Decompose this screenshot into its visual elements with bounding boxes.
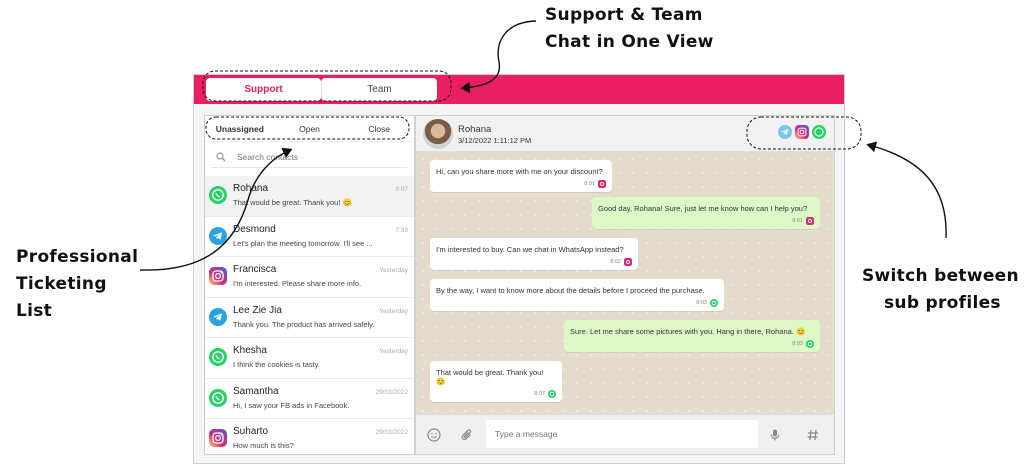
contact-time: Yesterday	[379, 348, 408, 355]
chat-panel: Rohana 3/12/2022 1:11:12 PM Hi, can you …	[415, 115, 835, 455]
instagram-icon	[209, 429, 227, 447]
telegram-icon	[209, 307, 227, 326]
message-time: 8:02	[610, 259, 621, 265]
contact-time: 29/03/2022	[375, 388, 408, 396]
contact-time: 8:07	[395, 186, 408, 193]
search-icon	[211, 151, 231, 162]
message-input[interactable]	[486, 420, 758, 448]
whatsapp-icon	[548, 390, 556, 398]
telegram-icon	[209, 226, 227, 245]
contact-name: Desmond	[233, 223, 276, 235]
message-text: That would be great. Thank you! 😊	[436, 368, 544, 386]
contact-time: 7:33	[395, 226, 408, 234]
message-bubble: Hi, can you share more with me on your d…	[430, 160, 612, 192]
chat-app-window: Support Team Unassigned Open Close Rohan…	[193, 74, 845, 464]
message-thread: Hi, can you share more with me on your d…	[416, 152, 834, 414]
attachment-icon[interactable]	[458, 426, 476, 444]
contact-last-message: Hi, I saw your FB ads in Facebook.	[233, 400, 350, 410]
hashtag-icon[interactable]	[804, 426, 822, 444]
contact-item[interactable]: Lee Zie Jia Thank you. The product has a…	[205, 298, 414, 338]
contact-search	[211, 146, 407, 168]
annotation-ticketing-list: Professional Ticketing List	[16, 244, 146, 325]
message-time: 8:03	[696, 300, 707, 306]
message-bubble: By the way, I want to know more about th…	[430, 279, 724, 311]
contact-name: Khesha	[233, 345, 267, 356]
contact-time: Yesterday	[379, 307, 408, 315]
contact-item[interactable]: Desmond Let's plan the meeting tomorrow.…	[205, 217, 414, 257]
ticket-filters: Unassigned Open Close	[205, 116, 414, 142]
contact-name: Suharto	[233, 426, 269, 437]
annotation-line: sub profiles	[884, 293, 1001, 313]
whatsapp-icon	[209, 348, 227, 366]
contact-name: Rohana	[233, 183, 269, 194]
search-input[interactable]	[231, 151, 401, 162]
contact-item[interactable]: Khesha I think the cookies is tasty. Yes…	[205, 338, 414, 379]
annotation-sub-profiles: Switch between sub profiles	[862, 263, 1022, 317]
message-time: 8:01	[584, 181, 595, 187]
contact-last-message: I'm interested. Please share more info.	[233, 279, 362, 288]
whatsapp-icon	[806, 340, 814, 348]
annotation-line: Switch between	[862, 266, 1019, 286]
contact-last-message: That would be great. Thank you! 😊	[233, 198, 352, 207]
emoji-icon[interactable]	[425, 426, 443, 444]
contact-last-message: How much is this?	[233, 441, 294, 450]
instagram-icon	[806, 217, 814, 225]
ticketing-list-panel: Unassigned Open Close Rohana That would …	[204, 115, 415, 455]
tab-support[interactable]: Support	[206, 78, 321, 101]
annotation-line: Ticketing List	[16, 274, 107, 321]
contact-name: Lee Zie Jia	[233, 304, 282, 316]
contact-item[interactable]: Suharto How much is this? 29/03/2022	[205, 419, 414, 454]
whatsapp-icon	[710, 299, 718, 307]
whatsapp-icon	[209, 186, 227, 204]
contact-name: Samantha	[233, 385, 279, 397]
filter-open[interactable]: Open	[275, 124, 345, 134]
message-bubble: That would be great. Thank you! 😊 8:07	[430, 361, 562, 402]
chat-date: 3/12/2022 1:11:12 PM	[458, 136, 532, 145]
message-time: 8:01	[792, 218, 803, 224]
annotation-line: Chat in One View	[545, 32, 714, 52]
arrow-right	[866, 141, 947, 239]
contact-time: 29/03/2022	[375, 429, 408, 436]
sub-profile-switcher	[778, 125, 826, 139]
avatar[interactable]	[423, 119, 453, 149]
top-bar: Support Team	[194, 75, 844, 104]
telegram-icon[interactable]	[778, 125, 792, 139]
instagram-icon	[209, 267, 227, 285]
message-text: Hi, can you share more with me on your d…	[436, 167, 603, 176]
message-bubble: Good day, Rohana! Sure, just let me know…	[592, 197, 820, 229]
annotation-line: Support & Team	[545, 5, 703, 25]
annotation-line: Professional	[16, 247, 139, 267]
contact-item[interactable]: Samantha Hi, I saw your FB ads in Facebo…	[205, 379, 414, 419]
message-text: I'm interested to buy. Can we chat in Wh…	[436, 245, 624, 254]
contact-last-message: I think the cookies is tasty.	[233, 360, 320, 369]
filter-unassigned[interactable]: Unassigned	[205, 124, 275, 134]
message-text: By the way, I want to know more about th…	[436, 286, 705, 295]
whatsapp-icon	[209, 388, 227, 407]
contact-list: Rohana That would be great. Thank you! 😊…	[205, 176, 414, 454]
instagram-icon	[624, 258, 632, 266]
message-time: 8:03	[792, 341, 803, 347]
instagram-icon	[598, 180, 606, 188]
microphone-icon[interactable]	[766, 426, 784, 444]
message-bubble: Sure. Let me share some pictures with yo…	[564, 320, 820, 352]
message-bubble: I'm interested to buy. Can we chat in Wh…	[430, 238, 638, 270]
contact-last-message: Thank you. The product has arrived safel…	[233, 319, 375, 329]
contact-time: Yesterday	[379, 267, 408, 274]
contact-name: Francisca	[233, 264, 277, 275]
filter-close[interactable]: Close	[344, 124, 414, 134]
message-time: 8:07	[534, 391, 545, 397]
chat-header: Rohana 3/12/2022 1:11:12 PM	[416, 116, 834, 152]
annotation-support-team: Support & Team Chat in One View	[545, 2, 715, 56]
message-text: Good day, Rohana! Sure, just let me know…	[598, 204, 808, 213]
message-composer	[416, 414, 834, 454]
contact-item[interactable]: Rohana That would be great. Thank you! 😊…	[205, 176, 414, 217]
whatsapp-icon[interactable]	[812, 125, 826, 139]
chat-contact-name: Rohana	[458, 124, 492, 135]
tab-team[interactable]: Team	[321, 78, 437, 101]
contact-item[interactable]: Francisca I'm interested. Please share m…	[205, 257, 414, 298]
instagram-icon[interactable]	[795, 125, 809, 139]
contact-last-message: Let's plan the meeting tomorrow. I'll se…	[233, 238, 373, 248]
message-text: Sure. Let me share some pictures with yo…	[570, 327, 806, 336]
